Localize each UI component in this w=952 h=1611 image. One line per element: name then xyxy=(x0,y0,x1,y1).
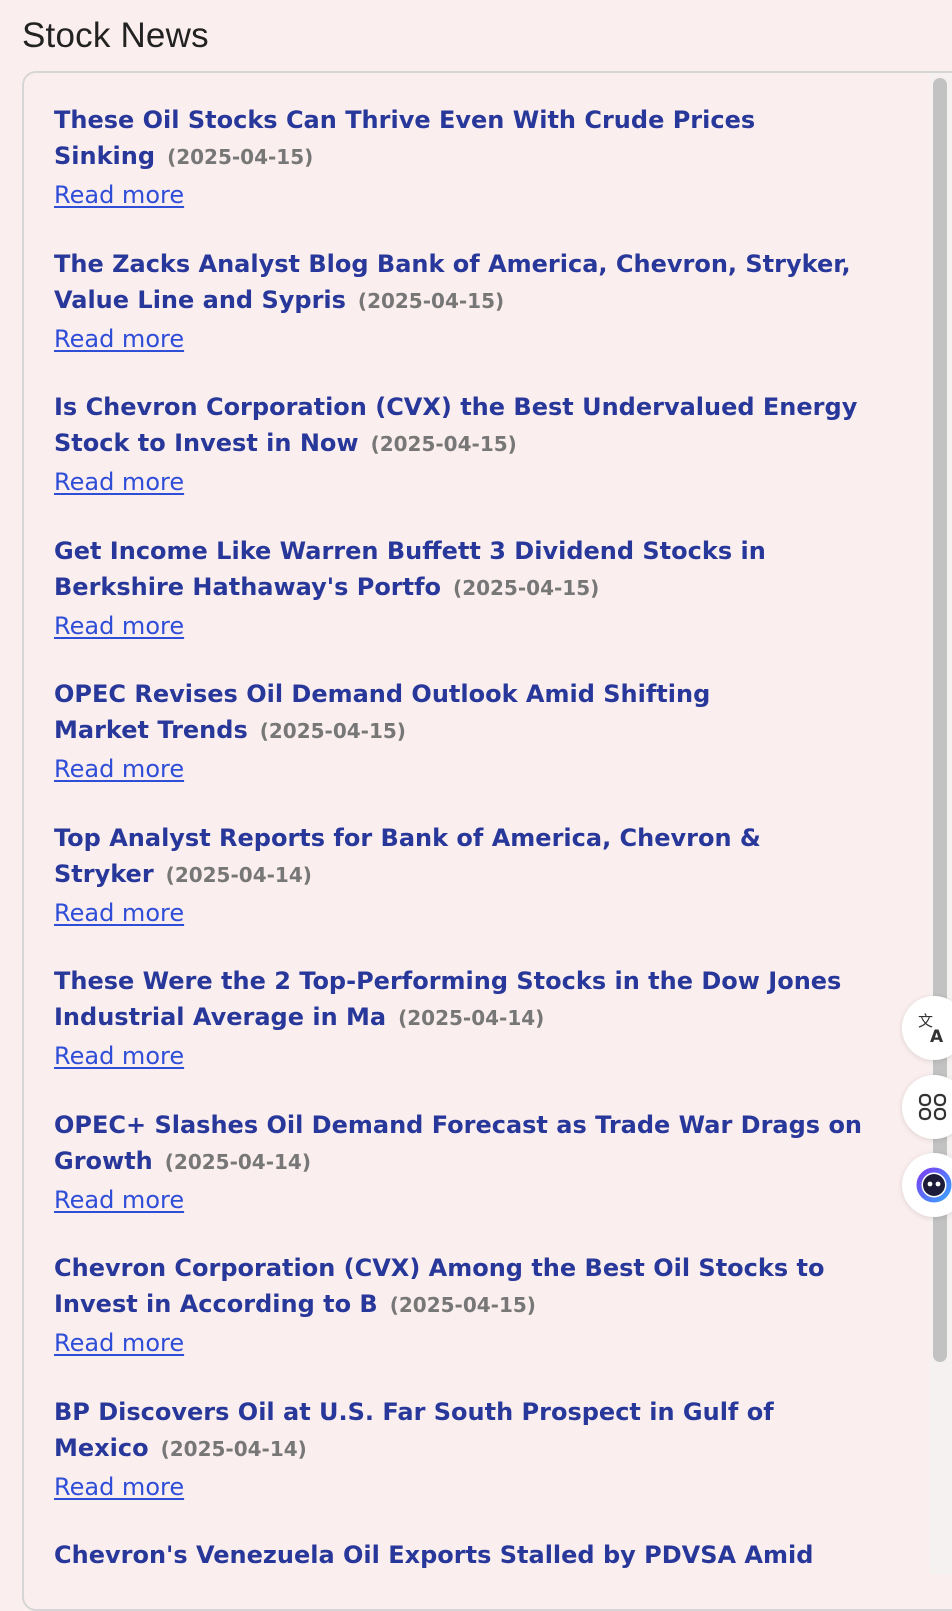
news-date: (2025-04-15) xyxy=(259,719,406,743)
news-date: (2025-04-15) xyxy=(370,432,517,456)
news-item: BP Discovers Oil at U.S. Far South Prosp… xyxy=(54,1394,902,1538)
svg-text:A: A xyxy=(930,1027,944,1046)
news-headline-line: BP Discovers Oil at U.S. Far South Prosp… xyxy=(54,1394,902,1467)
news-item: These Oil Stocks Can Thrive Even With Cr… xyxy=(54,102,902,246)
news-headline-line: These Oil Stocks Can Thrive Even With Cr… xyxy=(54,102,902,175)
apps-grid-icon xyxy=(918,1093,947,1121)
news-date: (2025-04-15) xyxy=(357,288,505,313)
news-item: OPEC Revises Oil Demand Outlook Amid Shi… xyxy=(54,676,902,820)
news-item: Chevron Corporation (CVX) Among the Best… xyxy=(54,1250,902,1394)
news-headline[interactable]: Top Analyst Reports for Bank of America,… xyxy=(54,824,761,888)
news-headline-line: Get Income Like Warren Buffett 3 Dividen… xyxy=(54,533,902,606)
news-item: Top Analyst Reports for Bank of America,… xyxy=(54,820,902,964)
news-list: These Oil Stocks Can Thrive Even With Cr… xyxy=(54,102,902,1609)
news-date: (2025-04-15) xyxy=(167,145,314,169)
news-date: (2025-04-15) xyxy=(389,1293,536,1317)
read-more-link[interactable]: Read more xyxy=(54,179,184,211)
news-date: (2025-04-14) xyxy=(164,1149,311,1174)
read-more-link[interactable]: Read more xyxy=(54,1040,184,1072)
read-more-link[interactable]: Read more xyxy=(54,1327,184,1359)
news-item: Is Chevron Corporation (CVX) the Best Un… xyxy=(54,389,902,533)
news-item: OPEC+ Slashes Oil Demand Forecast as Tra… xyxy=(54,1107,902,1251)
news-date: (2025-04-14) xyxy=(160,1436,307,1461)
news-headline[interactable]: Get Income Like Warren Buffett 3 Dividen… xyxy=(54,537,766,601)
news-item: Get Income Like Warren Buffett 3 Dividen… xyxy=(54,533,902,677)
read-more-link[interactable]: Read more xyxy=(54,323,184,355)
news-headline-line: Top Analyst Reports for Bank of America,… xyxy=(54,820,902,893)
news-headline-line: Chevron Corporation (CVX) Among the Best… xyxy=(54,1250,902,1323)
news-date: (2025-04-15) xyxy=(453,575,600,600)
news-headline[interactable]: These Oil Stocks Can Thrive Even With Cr… xyxy=(54,106,755,170)
news-headline-line: Chevron's Venezuela Oil Exports Stalled … xyxy=(54,1537,902,1573)
read-more-link[interactable]: Read more xyxy=(54,1184,184,1216)
news-item: The Zacks Analyst Blog Bank of America, … xyxy=(54,246,902,390)
read-more-link[interactable]: Read more xyxy=(54,466,184,498)
read-more-link[interactable]: Read more xyxy=(54,753,184,785)
news-item: These Were the 2 Top-Performing Stocks i… xyxy=(54,963,902,1107)
news-headline-line: OPEC+ Slashes Oil Demand Forecast as Tra… xyxy=(54,1107,902,1180)
news-headline-line: The Zacks Analyst Blog Bank of America, … xyxy=(54,246,902,319)
news-item: Chevron's Venezuela Oil Exports Stalled … xyxy=(54,1537,902,1609)
news-panel: These Oil Stocks Can Thrive Even With Cr… xyxy=(22,71,952,1611)
read-more-link[interactable]: Read more xyxy=(54,1471,184,1503)
read-more-link[interactable]: Read more xyxy=(54,610,184,642)
news-headline-line: Is Chevron Corporation (CVX) the Best Un… xyxy=(54,389,902,462)
news-headline-line: OPEC Revises Oil Demand Outlook Amid Shi… xyxy=(54,676,774,749)
news-headline-line: These Were the 2 Top-Performing Stocks i… xyxy=(54,963,902,1036)
page-title: Stock News xyxy=(22,16,209,55)
news-headline[interactable]: Chevron's Venezuela Oil Exports Stalled … xyxy=(54,1541,813,1569)
news-date: (2025-04-14) xyxy=(165,862,312,887)
translate-icon: 文 A xyxy=(918,1012,944,1046)
read-more-link[interactable]: Read more xyxy=(54,897,184,929)
assistant-face-icon xyxy=(916,1167,952,1203)
news-date: (2025-04-14) xyxy=(398,1006,545,1030)
